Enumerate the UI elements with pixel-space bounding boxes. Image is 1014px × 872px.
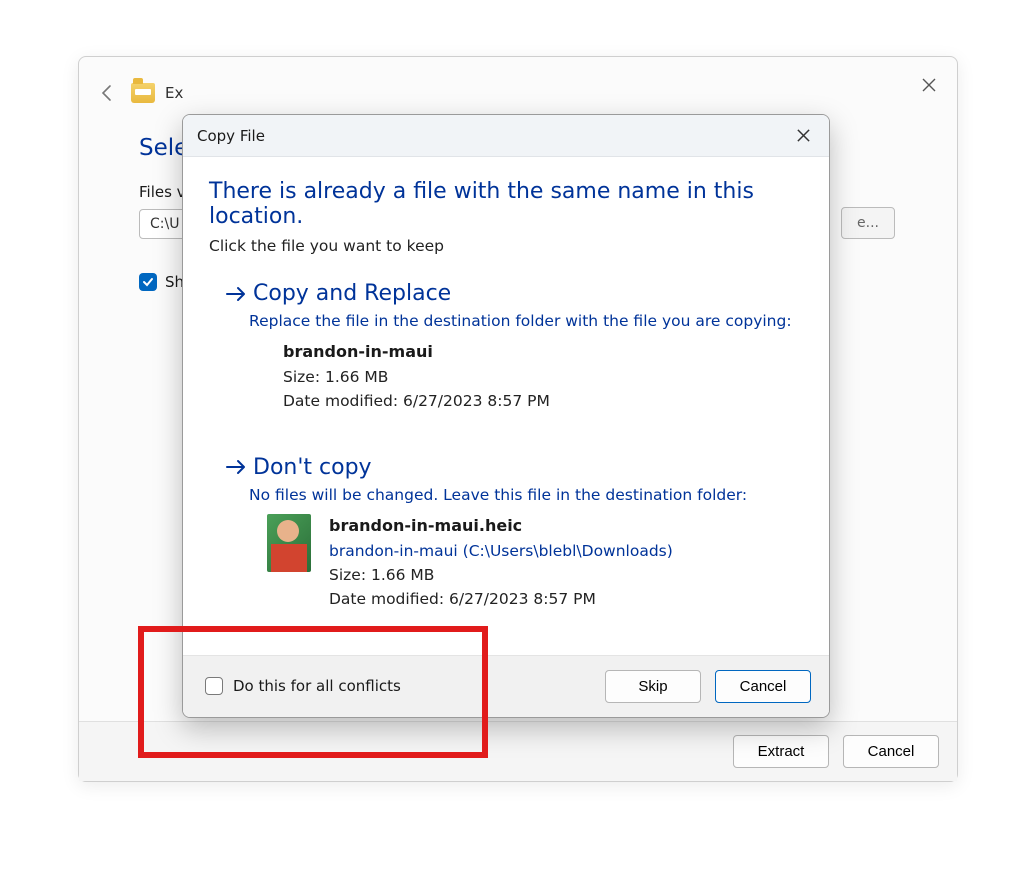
close-icon[interactable] — [915, 71, 943, 99]
source-file-size: Size: 1.66 MB — [283, 365, 550, 389]
destination-file-thumbnail — [267, 514, 311, 572]
arrow-right-icon — [225, 285, 247, 303]
option-copy-replace[interactable]: Copy and Replace Replace the file in the… — [209, 277, 803, 427]
extract-button[interactable]: Extract — [733, 735, 829, 768]
extract-footer: Extract Cancel — [79, 721, 957, 781]
all-conflicts-label: Do this for all conflicts — [233, 677, 401, 695]
zip-folder-icon — [131, 83, 155, 103]
copy-file-dialog: Copy File There is already a file with t… — [182, 114, 830, 718]
conflict-headline: There is already a file with the same na… — [209, 179, 803, 229]
option-dont-copy-title: Don't copy — [253, 455, 372, 480]
dialog-title: Copy File — [197, 127, 265, 145]
close-icon[interactable] — [791, 124, 815, 148]
extract-header-text: Ex — [165, 84, 183, 102]
option-dont-copy[interactable]: Don't copy No files will be changed. Lea… — [209, 451, 803, 625]
source-file-name: brandon-in-maui — [283, 340, 550, 365]
option-copy-replace-desc: Replace the file in the destination fold… — [249, 312, 803, 330]
skip-button[interactable]: Skip — [605, 670, 701, 703]
browse-button[interactable]: e... — [841, 207, 895, 239]
all-conflicts-checkbox[interactable] — [205, 677, 223, 695]
back-arrow-icon[interactable] — [93, 79, 121, 107]
cancel-button[interactable]: Cancel — [715, 670, 811, 703]
show-files-checkbox[interactable] — [139, 273, 157, 291]
option-dont-copy-desc: No files will be changed. Leave this fil… — [249, 486, 803, 504]
source-file-modified: Date modified: 6/27/2023 8:57 PM — [283, 389, 550, 413]
destination-file-size: Size: 1.66 MB — [329, 563, 673, 587]
destination-file-modified: Date modified: 6/27/2023 8:57 PM — [329, 587, 673, 611]
destination-file-name: brandon-in-maui.heic — [329, 514, 673, 539]
conflict-subtext: Click the file you want to keep — [209, 237, 803, 255]
destination-file-path[interactable]: brandon-in-maui (C:\Users\blebl\Download… — [329, 539, 673, 563]
extract-cancel-button[interactable]: Cancel — [843, 735, 939, 768]
option-copy-replace-title: Copy and Replace — [253, 281, 451, 306]
arrow-right-icon — [225, 458, 247, 476]
